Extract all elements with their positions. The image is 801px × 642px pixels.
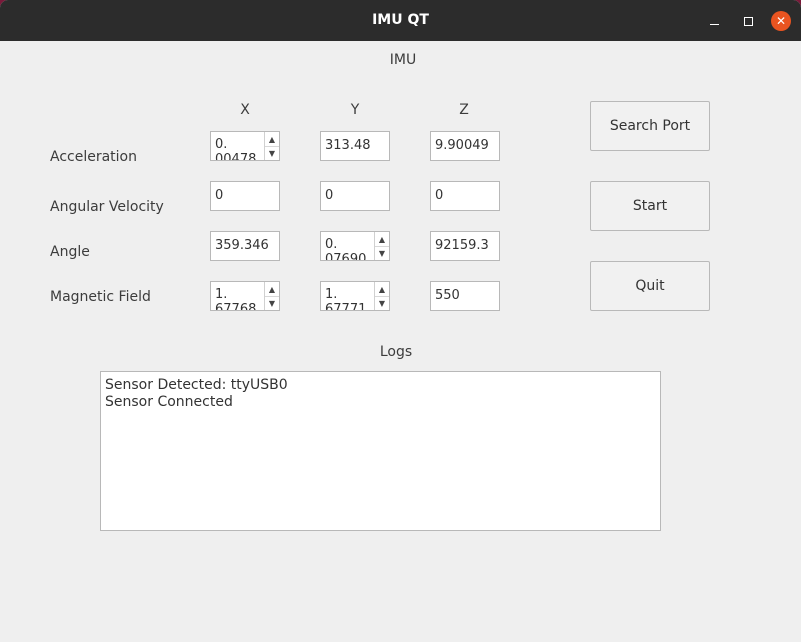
close-button[interactable]: ✕ <box>771 11 791 31</box>
title-bar[interactable]: IMU QT ✕ <box>0 0 801 41</box>
magnetic-field-x-arrows: ▲ ▼ <box>264 282 279 310</box>
log-line: Sensor Detected: ttyUSB0 <box>105 377 288 393</box>
angle-x-field[interactable]: 359.346 <box>210 231 280 261</box>
maximize-button[interactable] <box>737 10 759 32</box>
magnetic-field-x-spinbox[interactable]: 1. 67768 ▲ ▼ <box>210 281 280 311</box>
acceleration-x-spinbox[interactable]: 0. 00478 ▲ ▼ <box>210 131 280 161</box>
acceleration-x-value: 0. 00478 <box>215 137 257 161</box>
magnetic-field-y-value: 1. 67771 <box>325 287 367 311</box>
minimize-icon <box>709 23 719 25</box>
app-window: IMU QT ✕ IMU X Y Z Acceleration 0. 00478… <box>0 0 801 642</box>
spin-down-icon[interactable]: ▼ <box>375 246 389 260</box>
magnetic-field-y-spinbox[interactable]: 1. 67771 ▲ ▼ <box>320 281 390 311</box>
logs-textarea[interactable]: Sensor Detected: ttyUSB0 Sensor Connecte… <box>100 371 661 531</box>
start-button[interactable]: Start <box>590 181 710 231</box>
row-label-magnetic-field: Magnetic Field <box>50 289 151 305</box>
search-port-button[interactable]: Search Port <box>590 101 710 151</box>
acceleration-z-field[interactable]: 9.90049 <box>430 131 500 161</box>
spin-down-icon[interactable]: ▼ <box>375 296 389 310</box>
spin-up-icon[interactable]: ▲ <box>265 282 279 297</box>
close-icon: ✕ <box>775 14 787 28</box>
magnetic-field-y-arrows: ▲ ▼ <box>374 282 389 310</box>
log-line: Sensor Connected <box>105 394 233 410</box>
magnetic-field-z-field[interactable]: 550 <box>430 281 500 311</box>
spin-up-icon[interactable]: ▲ <box>375 232 389 247</box>
row-label-acceleration: Acceleration <box>50 149 137 165</box>
spin-up-icon[interactable]: ▲ <box>375 282 389 297</box>
angle-y-spinbox[interactable]: 0. 07690 ▲ ▼ <box>320 231 390 261</box>
column-header-z: Z <box>459 102 469 118</box>
acceleration-x-arrows: ▲ ▼ <box>264 132 279 160</box>
angle-y-value: 0. 07690 <box>325 237 367 261</box>
angle-z-field[interactable]: 92159.3 <box>430 231 500 261</box>
row-label-angle: Angle <box>50 244 90 260</box>
maximize-icon <box>743 16 753 26</box>
angular-velocity-z-field[interactable]: 0 <box>430 181 500 211</box>
spin-up-icon[interactable]: ▲ <box>265 132 279 147</box>
magnetic-field-x-value: 1. 67768 <box>215 287 257 311</box>
imu-heading: IMU <box>389 52 417 68</box>
acceleration-y-field[interactable]: 313.48 <box>320 131 390 161</box>
column-header-x: X <box>240 102 250 118</box>
spin-down-icon[interactable]: ▼ <box>265 296 279 310</box>
window-title: IMU QT <box>372 12 429 28</box>
angular-velocity-y-field[interactable]: 0 <box>320 181 390 211</box>
column-header-y: Y <box>350 102 360 118</box>
row-label-angular-velocity: Angular Velocity <box>50 199 164 215</box>
spin-down-icon[interactable]: ▼ <box>265 146 279 160</box>
logs-heading: Logs <box>379 344 413 360</box>
angular-velocity-x-field[interactable]: 0 <box>210 181 280 211</box>
minimize-button[interactable] <box>703 10 725 32</box>
quit-button[interactable]: Quit <box>590 261 710 311</box>
angle-y-arrows: ▲ ▼ <box>374 232 389 260</box>
